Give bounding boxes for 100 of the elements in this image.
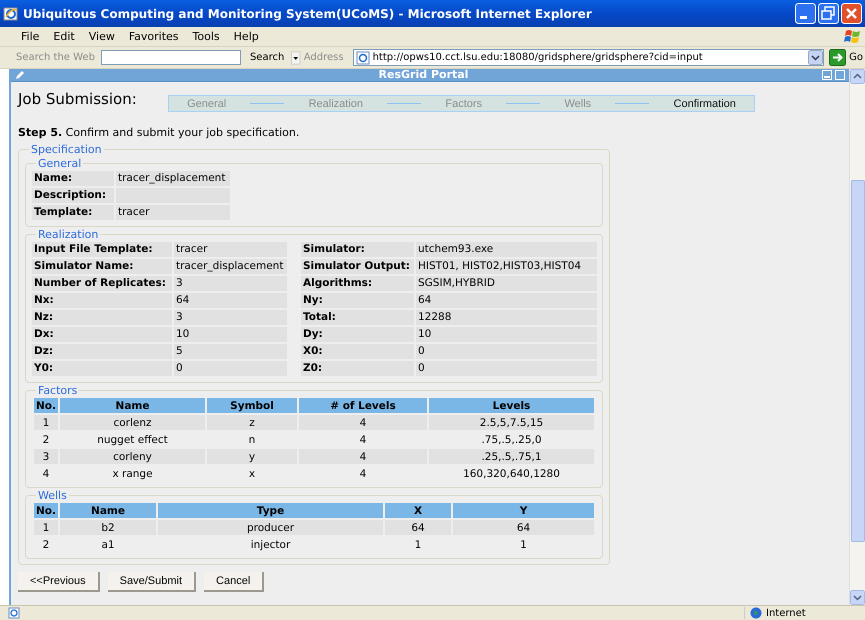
address-label: Address: [304, 52, 344, 63]
menu-item[interactable]: Favorites: [122, 30, 186, 43]
table-cell: producer: [158, 520, 383, 535]
table-cell: corleny: [60, 449, 205, 464]
close-icon[interactable]: [841, 3, 862, 24]
field-value: tracer: [116, 205, 230, 220]
table-cell: 1: [34, 520, 58, 535]
field-value: SGSIM,HYBRID: [416, 276, 597, 291]
table-cell: 4: [299, 449, 427, 464]
page-icon: [8, 607, 20, 619]
field-label: Ny:: [301, 293, 414, 308]
field-label: Simulator:: [301, 242, 414, 257]
address-bar[interactable]: http://opws10.cct.lsu.edu:18080/gridsphere/gridsphere?cid=input: [352, 49, 824, 66]
column-header: No.: [34, 398, 58, 413]
field-value: 64: [416, 293, 597, 308]
field-label: Z0:: [301, 361, 414, 376]
maximize-icon[interactable]: [818, 3, 839, 24]
field-value: 10: [174, 327, 287, 342]
column-header: Name: [60, 503, 156, 518]
table-cell: corlenz: [60, 415, 205, 430]
field-label: Number of Replicates:: [32, 276, 172, 291]
action-button[interactable]: Cancel: [204, 572, 264, 592]
field-value: 64: [174, 293, 287, 308]
page-heading: Job Submission:: [18, 90, 138, 108]
section-legend: Factors: [38, 384, 78, 397]
field-label: Simulator Name:: [32, 259, 172, 274]
field-label: Name:: [32, 171, 114, 186]
field-label: Nz:: [32, 310, 172, 325]
maximize-icon[interactable]: [835, 70, 845, 80]
field-label: Dz:: [32, 344, 172, 359]
column-header: # of Levels: [299, 398, 427, 413]
scroll-down-icon[interactable]: [850, 590, 865, 605]
field-value: 3: [174, 276, 287, 291]
security-zone: Internet: [766, 608, 806, 618]
scroll-up-icon[interactable]: [850, 69, 865, 84]
field-label: Algorithms:: [301, 276, 414, 291]
field-value: tracer_displacement: [116, 171, 230, 186]
field-value: utchem93.exe: [416, 242, 597, 257]
field-label: Dx:: [32, 327, 172, 342]
portal-title: ResGrid Portal: [378, 69, 470, 81]
field-label: Input File Template:: [32, 242, 172, 257]
table-cell: b2: [60, 520, 156, 535]
wizard-step[interactable]: Confirmation: [674, 98, 736, 110]
table-cell: 2.5,5,7.5,15: [429, 415, 594, 430]
page-icon: [356, 50, 370, 64]
table-cell: 64: [453, 520, 594, 535]
section-legend: General: [38, 157, 82, 170]
scrollbar-thumb[interactable]: [851, 180, 865, 542]
table-cell: 3: [34, 449, 58, 464]
field-label: Template:: [32, 205, 114, 220]
field-label: X0:: [301, 344, 414, 359]
action-button[interactable]: Save/Submit: [108, 572, 196, 592]
minimize-icon[interactable]: [822, 70, 832, 80]
table-cell: y: [207, 449, 297, 464]
field-value: 12288: [416, 310, 597, 325]
table-cell: 64: [385, 520, 451, 535]
section-legend: Specification: [31, 143, 102, 156]
table-cell: 1: [34, 415, 58, 430]
column-header: Symbol: [207, 398, 297, 413]
section-legend: Realization: [38, 228, 98, 241]
column-header: X: [385, 503, 451, 518]
field-label: Y0:: [32, 361, 172, 376]
menu-item[interactable]: Edit: [46, 30, 82, 43]
minimize-icon[interactable]: [795, 3, 816, 24]
field-value: 3: [174, 310, 287, 325]
search-field[interactable]: [100, 50, 241, 65]
field-value: 0: [174, 361, 287, 376]
field-label: Total:: [301, 310, 414, 325]
window-title: Ubiquitous Computing and Monitoring System(UCoMS) - Microsoft Internet Explorer: [23, 6, 593, 20]
address-text: http://opws10.cct.lsu.edu:18080/gridsphere/gridsphere?cid=input: [372, 52, 704, 63]
table-cell: z: [207, 415, 297, 430]
field-label: Dy:: [301, 327, 414, 342]
field-label: Simulator Output:: [301, 259, 414, 274]
field-value: HIST01, HIST02,HIST03,HIST04: [416, 259, 597, 274]
menu-item[interactable]: View: [82, 30, 122, 43]
table-cell: 4: [299, 415, 427, 430]
field-value: tracer_displacement: [174, 259, 287, 274]
menu-item[interactable]: Tools: [186, 30, 227, 43]
column-header: Y: [453, 503, 594, 518]
table-cell: .25,.5,.75,1: [429, 449, 594, 464]
field-value: 5: [174, 344, 287, 359]
menu-item[interactable]: File: [14, 30, 46, 43]
instruction-text: Step 5. Confirm and submit your job specification.: [18, 126, 300, 139]
field-label: Nx:: [32, 293, 172, 308]
arrow-right-icon: [829, 49, 846, 66]
field-label: Description:: [32, 188, 114, 203]
column-header: Name: [60, 398, 205, 413]
field-value: 0: [416, 361, 597, 376]
globe-icon: [750, 607, 762, 619]
field-value: 0: [416, 344, 597, 359]
go-button[interactable]: Go: [827, 49, 865, 66]
field-value: tracer: [174, 242, 287, 257]
action-button[interactable]: <<Previous: [18, 572, 100, 592]
search-label: Search the Web: [16, 52, 95, 63]
pencil-icon[interactable]: [15, 70, 25, 80]
column-header: Levels: [429, 398, 594, 413]
section-legend: Wells: [38, 489, 67, 502]
field-value: 10: [416, 327, 597, 342]
menu-item[interactable]: Help: [226, 30, 266, 43]
column-header: No.: [34, 503, 58, 518]
